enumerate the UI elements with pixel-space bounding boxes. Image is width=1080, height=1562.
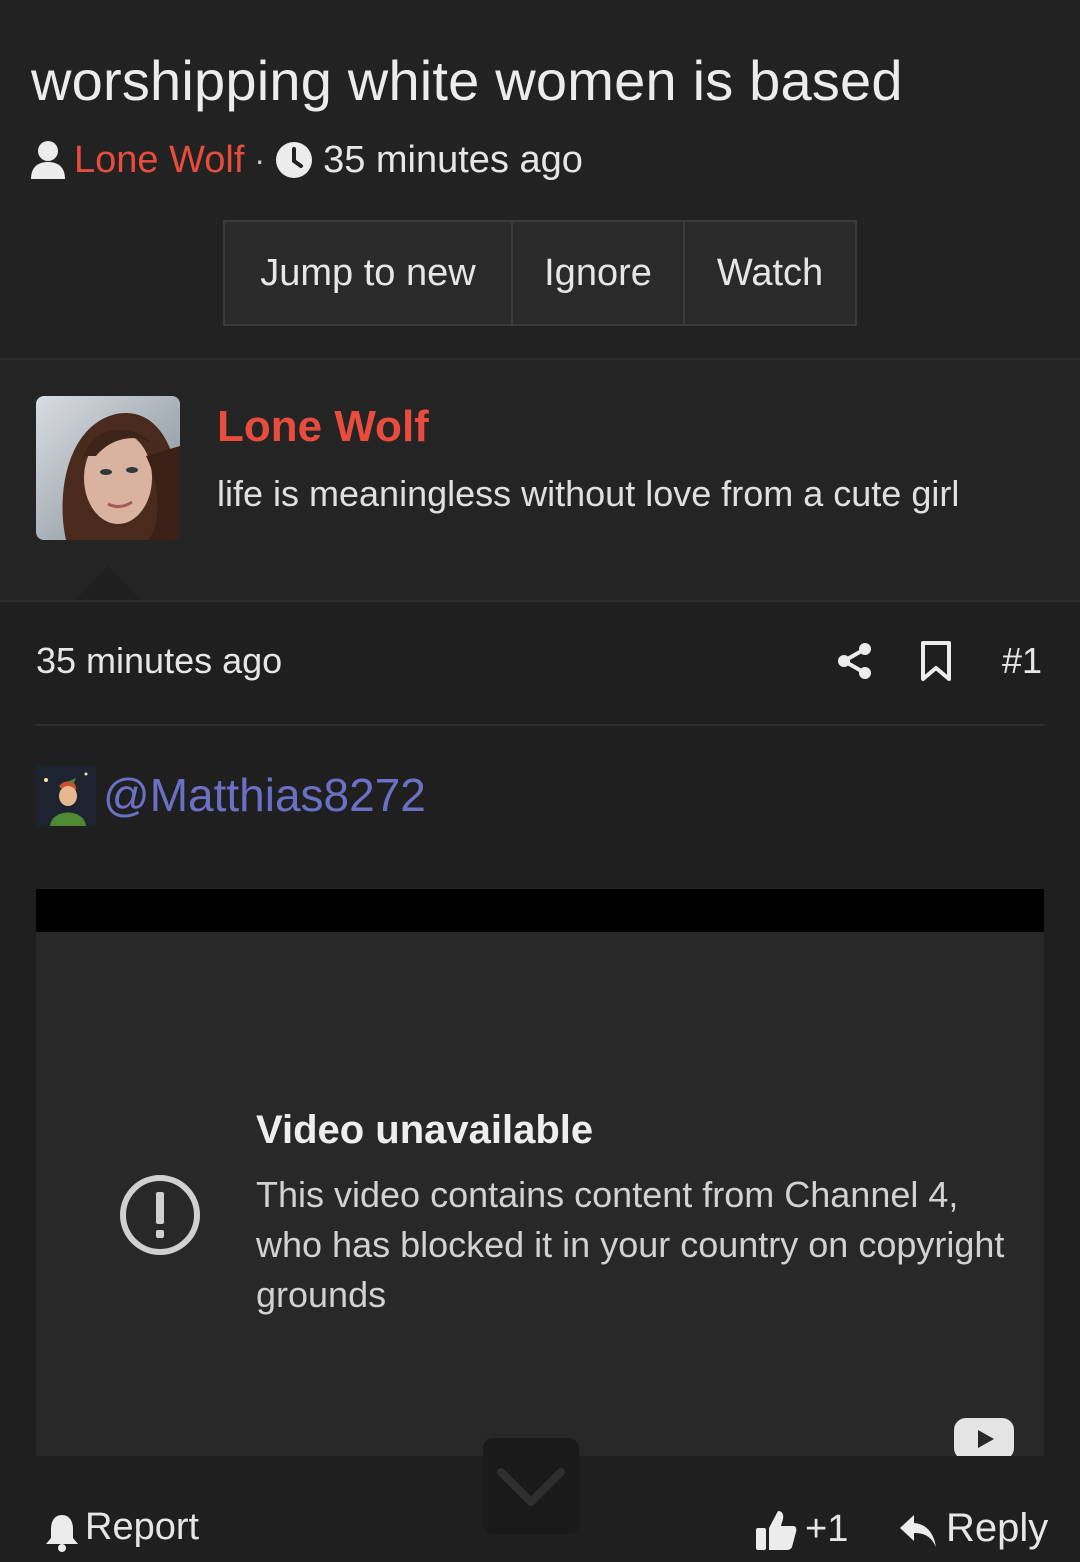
video-embed-topbar	[36, 889, 1044, 932]
user-mention-link[interactable]: @Matthias8272	[103, 768, 426, 822]
author-avatar[interactable]	[36, 396, 180, 540]
user-icon	[31, 141, 65, 179]
exclamation-circle-icon	[120, 1175, 200, 1255]
meta-separator: ·	[254, 141, 266, 178]
thread-meta: Lone Wolf · 35 minutes ago	[30, 136, 583, 184]
thread-header: worshipping white women is based Lone Wo…	[0, 0, 1080, 360]
jump-to-new-button[interactable]: Jump to new	[225, 222, 511, 324]
author-name-link[interactable]: Lone Wolf	[217, 402, 429, 452]
youtube-logo-icon[interactable]	[954, 1418, 1014, 1456]
ignore-button[interactable]: Ignore	[511, 222, 683, 324]
video-unavailable-title: Video unavailable	[256, 1108, 594, 1152]
thread-actions: Jump to new Ignore Watch	[223, 220, 857, 326]
watch-button[interactable]: Watch	[683, 222, 855, 324]
like-button[interactable]: +1	[805, 1508, 848, 1551]
author-signature: life is meaningless without love from a …	[217, 473, 960, 514]
post-divider	[36, 724, 1044, 726]
thread-time[interactable]: 35 minutes ago	[323, 139, 583, 182]
post-number-link[interactable]: #1	[1002, 640, 1042, 682]
chevron-down-icon	[497, 1468, 565, 1506]
reply-icon[interactable]	[898, 1512, 938, 1550]
thread-title: worshipping white women is based	[31, 49, 903, 112]
share-icon[interactable]	[836, 642, 874, 680]
reply-button[interactable]: Reply	[946, 1506, 1048, 1551]
thumbs-up-icon[interactable]	[754, 1508, 798, 1552]
scroll-down-button[interactable]	[483, 1438, 579, 1534]
post-author-block: Lone Wolf life is meaningless without lo…	[0, 360, 1080, 602]
clock-icon	[276, 142, 313, 178]
report-button[interactable]: Report	[85, 1506, 199, 1549]
video-unavailable-message: This video contains content from Channel…	[256, 1174, 1005, 1315]
thread-author-link[interactable]: Lone Wolf	[74, 139, 244, 182]
bell-icon[interactable]	[44, 1512, 80, 1552]
author-pointer	[75, 566, 141, 600]
mention-avatar[interactable]	[36, 766, 96, 826]
post-time[interactable]: 35 minutes ago	[36, 640, 282, 682]
bookmark-icon[interactable]	[919, 640, 953, 682]
